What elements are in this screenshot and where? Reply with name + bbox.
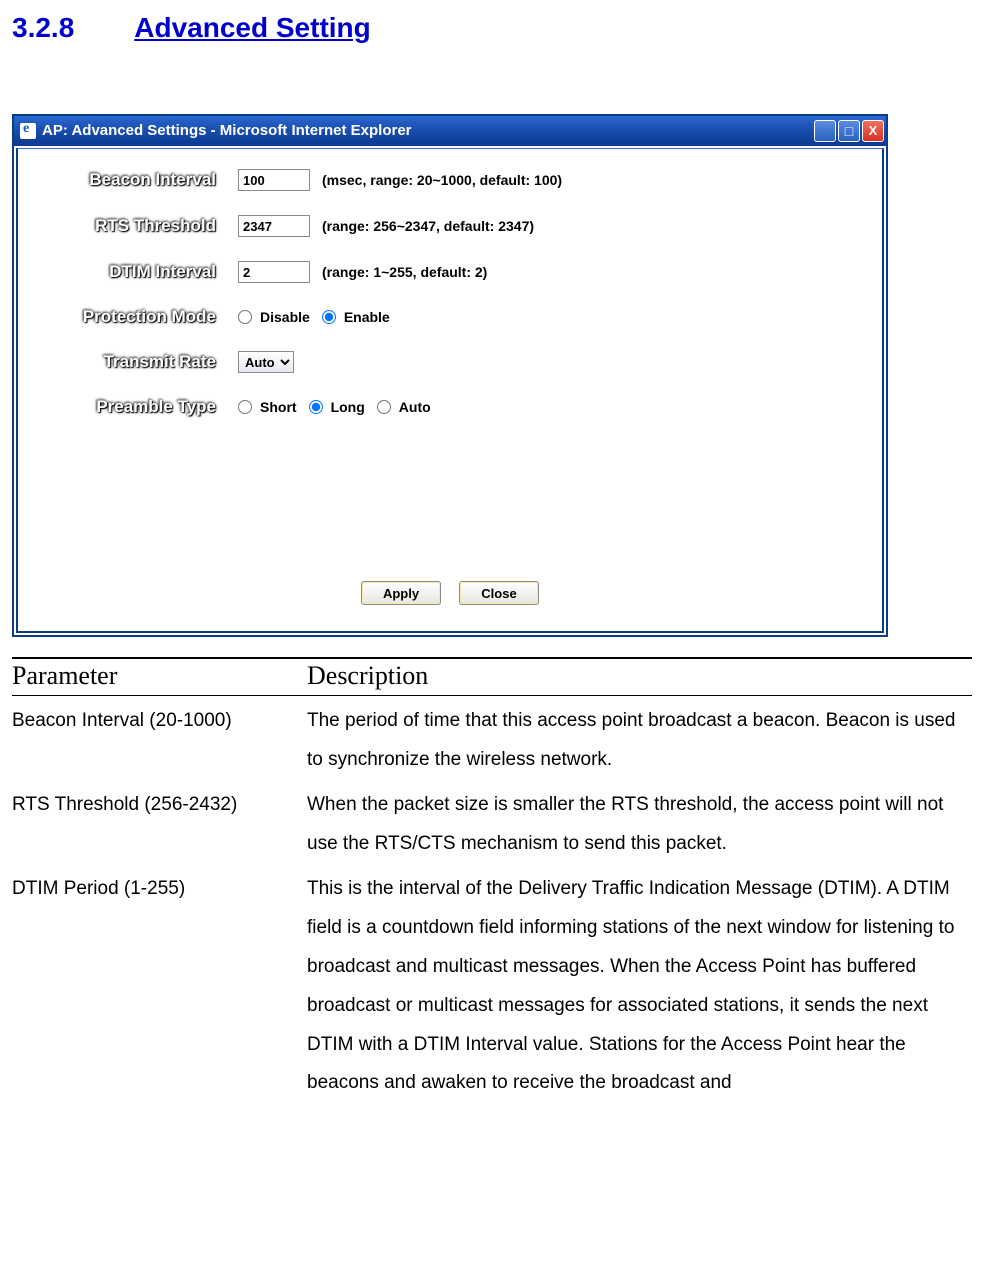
- param-description: This is the interval of the Delivery Tra…: [307, 864, 972, 1104]
- param-description: When the packet size is smaller the RTS …: [307, 780, 972, 864]
- param-name: RTS Threshold (256-2432): [12, 780, 307, 864]
- protection-disable-label: Disable: [260, 309, 310, 325]
- beacon-interval-input[interactable]: [238, 169, 310, 191]
- label-dtim-interval: DTIM Interval: [38, 262, 238, 282]
- row-protection-mode: Protection Mode Disable Enable: [38, 307, 862, 327]
- label-preamble-type: Preamble Type: [38, 397, 238, 417]
- preamble-auto-radio[interactable]: [377, 400, 391, 414]
- table-row: Beacon Interval (20-1000) The period of …: [12, 696, 972, 780]
- settings-form: Beacon Interval (msec, range: 20~1000, d…: [18, 149, 882, 631]
- close-button[interactable]: Close: [459, 581, 539, 605]
- table-row: RTS Threshold (256-2432) When the packet…: [12, 780, 972, 864]
- section-number: 3.2.8: [12, 12, 74, 44]
- window-titlebar[interactable]: AP: Advanced Settings - Microsoft Intern…: [14, 116, 886, 146]
- rts-threshold-input[interactable]: [238, 215, 310, 237]
- beacon-interval-hint: (msec, range: 20~1000, default: 100): [322, 172, 562, 188]
- row-dtim-interval: DTIM Interval (range: 1~255, default: 2): [38, 261, 862, 283]
- section-title: Advanced Setting: [134, 12, 370, 43]
- preamble-short-label: Short: [260, 399, 297, 415]
- apply-button[interactable]: Apply: [361, 581, 441, 605]
- section-heading: 3.2.8 Advanced Setting: [12, 12, 972, 44]
- window-body: Beacon Interval (msec, range: 20~1000, d…: [16, 148, 884, 633]
- internet-explorer-icon: [20, 123, 36, 139]
- label-protection-mode: Protection Mode: [38, 307, 238, 327]
- minimize-button[interactable]: _: [814, 120, 836, 142]
- label-rts-threshold: RTS Threshold: [38, 216, 238, 236]
- maximize-button[interactable]: □: [838, 120, 860, 142]
- close-window-button[interactable]: X: [862, 120, 884, 142]
- column-header-parameter: Parameter: [12, 658, 307, 696]
- preamble-auto-label: Auto: [399, 399, 431, 415]
- label-transmit-rate: Transmit Rate: [38, 352, 238, 372]
- window-controls: _ □ X: [814, 120, 884, 142]
- row-preamble-type: Preamble Type Short Long Auto: [38, 397, 862, 417]
- button-row: Apply Close: [38, 561, 862, 621]
- label-beacon-interval: Beacon Interval: [38, 170, 238, 190]
- rts-threshold-hint: (range: 256~2347, default: 2347): [322, 218, 534, 234]
- dtim-interval-input[interactable]: [238, 261, 310, 283]
- preamble-long-label: Long: [331, 399, 365, 415]
- param-name: Beacon Interval (20-1000): [12, 696, 307, 780]
- param-description: The period of time that this access poin…: [307, 696, 972, 780]
- preamble-short-radio[interactable]: [238, 400, 252, 414]
- protection-disable-radio[interactable]: [238, 310, 252, 324]
- transmit-rate-select[interactable]: Auto: [238, 351, 294, 373]
- preamble-long-radio[interactable]: [309, 400, 323, 414]
- protection-enable-radio[interactable]: [322, 310, 336, 324]
- protection-enable-label: Enable: [344, 309, 390, 325]
- parameter-table: Parameter Description Beacon Interval (2…: [12, 657, 972, 1103]
- row-transmit-rate: Transmit Rate Auto: [38, 351, 862, 373]
- dtim-interval-hint: (range: 1~255, default: 2): [322, 264, 487, 280]
- row-rts-threshold: RTS Threshold (range: 256~2347, default:…: [38, 215, 862, 237]
- window-title: AP: Advanced Settings - Microsoft Intern…: [42, 122, 412, 139]
- param-name: DTIM Period (1-255): [12, 864, 307, 1104]
- column-header-description: Description: [307, 658, 972, 696]
- table-row: DTIM Period (1-255) This is the interval…: [12, 864, 972, 1104]
- row-beacon-interval: Beacon Interval (msec, range: 20~1000, d…: [38, 169, 862, 191]
- browser-window: AP: Advanced Settings - Microsoft Intern…: [12, 114, 888, 637]
